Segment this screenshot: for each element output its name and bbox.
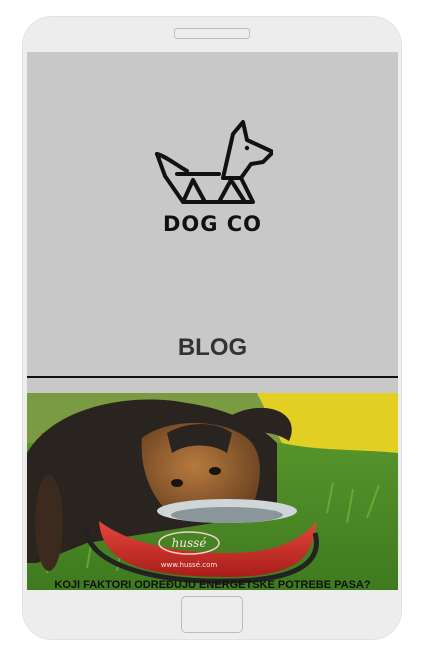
speaker-slot <box>174 28 250 39</box>
home-button[interactable] <box>181 596 243 633</box>
blog-post-card[interactable]: hussé www.hussé.com KOJI FAKTORI ODREĐUJ… <box>27 393 398 590</box>
phone-frame: DOG CO BLOG hussé www.hussé.com KOJI FAK… <box>22 16 402 640</box>
brand-logo[interactable]: DOG CO <box>27 118 398 236</box>
bowl-brand-text: hussé <box>172 536 207 550</box>
post-image[interactable]: hussé www.hussé.com <box>27 393 398 590</box>
brand-name: DOG CO <box>162 212 263 236</box>
bowl-url-text: www.hussé.com <box>161 561 218 569</box>
page-title: BLOG <box>177 334 248 361</box>
blog-post-title[interactable]: KOJI FAKTORI ODREĐUJU ENERGETSKE POTREBE… <box>27 579 398 590</box>
dog-logo-icon <box>154 120 273 204</box>
divider <box>27 376 398 378</box>
screen: DOG CO BLOG hussé www.hussé.com KOJI FAK… <box>27 52 398 590</box>
